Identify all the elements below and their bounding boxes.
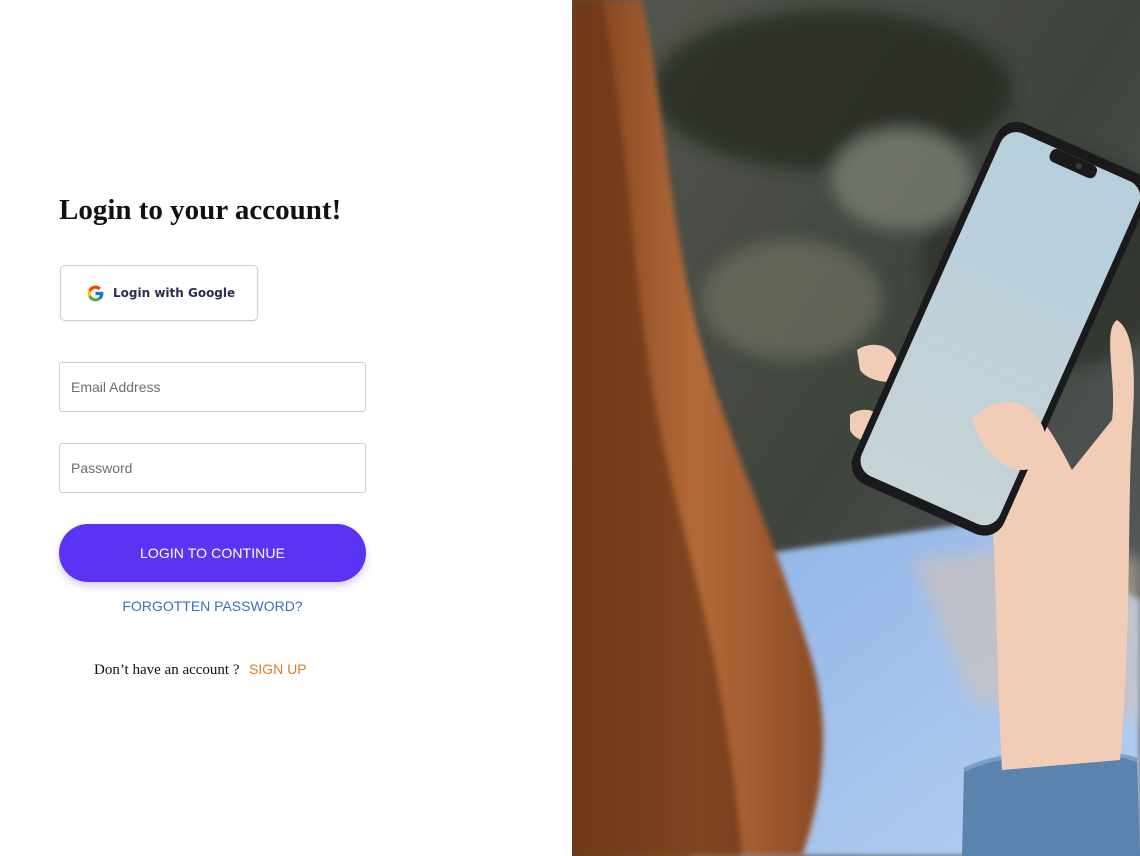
login-panel: Login to your account! Login with Google… xyxy=(0,0,572,856)
page-title: Login to your account! xyxy=(59,194,342,226)
signup-row: Don’t have an account ? SIGN UP xyxy=(94,661,307,679)
signup-prompt: Don’t have an account ? xyxy=(94,662,240,678)
email-field[interactable] xyxy=(59,362,366,412)
woman-holding-phone-image xyxy=(572,0,1140,856)
password-field[interactable] xyxy=(59,443,366,493)
hero-image xyxy=(572,0,1140,856)
signup-link[interactable]: SIGN UP xyxy=(249,661,307,677)
google-login-label: Login with Google xyxy=(113,286,236,300)
google-g-icon xyxy=(86,284,105,303)
google-login-button[interactable]: Login with Google xyxy=(60,265,258,321)
forgot-password-link[interactable]: FORGOTTEN PASSWORD? xyxy=(59,598,366,614)
login-button[interactable]: LOGIN TO CONTINUE xyxy=(59,524,366,582)
